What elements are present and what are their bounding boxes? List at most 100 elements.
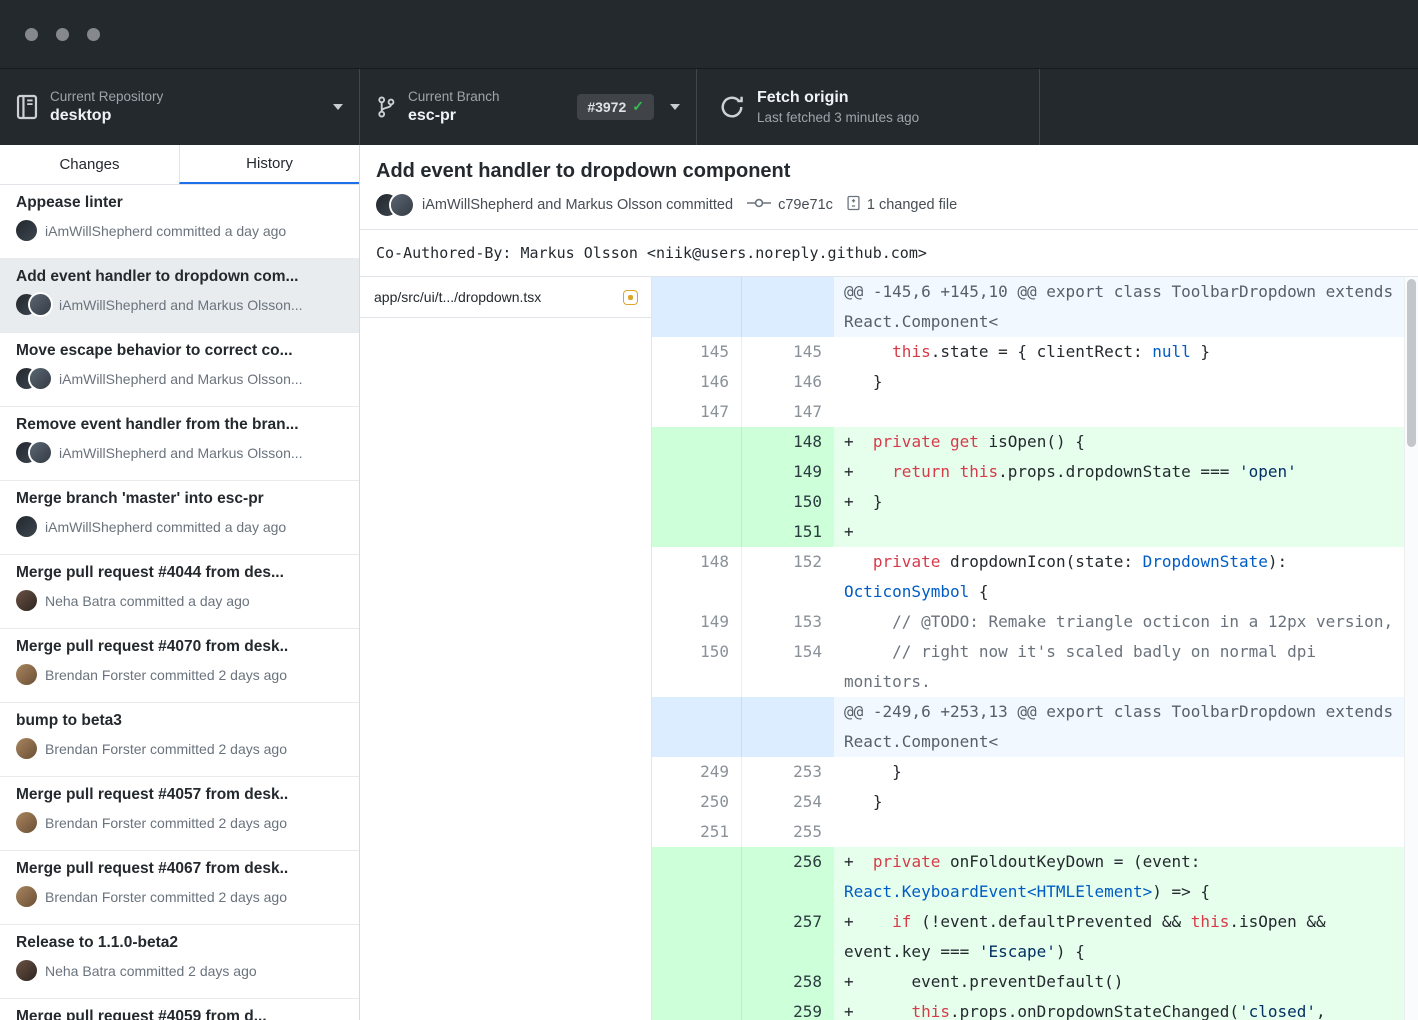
pr-number-badge: #3972 ✓ <box>577 94 654 120</box>
list-item[interactable]: Appease linter iAmWillShepherd committed… <box>0 185 359 259</box>
diff-line-row: 150154 // right now it's scaled badly on… <box>652 637 1418 697</box>
commit-title: Merge pull request #4057 from desk.. <box>16 786 343 804</box>
window-minimize-button[interactable] <box>56 28 69 41</box>
diff-new-line-number <box>742 697 834 757</box>
list-item[interactable]: Release to 1.1.0-beta2 Neha Batra commit… <box>0 925 359 999</box>
commit-item-meta: iAmWillShepherd and Markus Olsson... <box>16 442 343 463</box>
diff-old-line-number: 146 <box>652 367 742 397</box>
diff-new-line-number: 257 <box>742 907 834 967</box>
commit-title: Merge pull request #4044 from des... <box>16 564 343 582</box>
diff-new-line-number: 256 <box>742 847 834 907</box>
list-item[interactable]: Merge branch 'master' into esc-pr iAmWil… <box>0 481 359 555</box>
tab-history[interactable]: History <box>179 145 359 184</box>
toolbar: Current Repository desktop Current Branc… <box>0 68 1418 145</box>
changed-files-count: 1 changed file <box>867 197 957 213</box>
avatar <box>16 294 51 315</box>
changed-file-icon <box>847 195 860 215</box>
list-item[interactable]: Merge pull request #4057 from desk.. Bre… <box>0 777 359 851</box>
repository-picker[interactable]: Current Repository desktop <box>0 69 360 145</box>
file-modified-icon <box>623 290 638 305</box>
commit-item-meta: Brendan Forster committed 2 days ago <box>16 812 343 833</box>
fetch-origin-title: Fetch origin <box>757 89 919 107</box>
list-item[interactable]: Remove event handler from the bran... iA… <box>0 407 359 481</box>
check-icon: ✓ <box>632 98 644 115</box>
file-list-item[interactable]: app/src/ui/t.../dropdown.tsx <box>360 277 651 318</box>
commit-meta-text: Brendan Forster committed 2 days ago <box>45 889 287 905</box>
diff-old-line-number <box>652 427 742 457</box>
diff-code: } <box>834 367 1418 397</box>
avatar <box>16 516 37 537</box>
diff-code: @@ -145,6 +145,10 @@ export class Toolba… <box>834 277 1418 337</box>
diff-line-row: 258+ event.preventDefault() <box>652 967 1418 997</box>
diff-old-line-number <box>652 277 742 337</box>
diff-old-line-number: 250 <box>652 787 742 817</box>
fetch-origin-button[interactable]: Fetch origin Last fetched 3 minutes ago <box>697 69 1040 145</box>
avatar <box>16 812 37 833</box>
avatar <box>16 812 37 833</box>
commit-meta-text: iAmWillShepherd and Markus Olsson... <box>59 371 303 387</box>
commit-meta-text: Brendan Forster committed 2 days ago <box>45 815 287 831</box>
diff-new-line-number: 148 <box>742 427 834 457</box>
diff-old-line-number <box>652 967 742 997</box>
commit-meta-text: iAmWillShepherd and Markus Olsson... <box>59 445 303 461</box>
commit-title: Merge pull request #4067 from desk.. <box>16 860 343 878</box>
diff-code: + } <box>834 487 1418 517</box>
list-item[interactable]: Add event handler to dropdown com... iAm… <box>0 259 359 333</box>
commit-description: Co-Authored-By: Markus Olsson <niik@user… <box>360 230 1418 277</box>
commit-summary-title: Add event handler to dropdown component <box>376 160 1402 183</box>
diff-new-line-number: 154 <box>742 637 834 697</box>
list-item[interactable]: Merge pull request #4067 from desk.. Bre… <box>0 851 359 925</box>
list-item[interactable]: Merge pull request #4070 from desk.. Bre… <box>0 629 359 703</box>
diff-line-row: 150+ } <box>652 487 1418 517</box>
diff-old-line-number: 249 <box>652 757 742 787</box>
commit-title: Merge pull request #4059 from d... <box>16 1008 343 1020</box>
avatar <box>391 194 413 216</box>
commit-item-meta: Brendan Forster committed 2 days ago <box>16 886 343 907</box>
commit-meta-text: iAmWillShepherd committed a day ago <box>45 223 286 239</box>
avatar <box>16 590 37 611</box>
diff-code <box>834 817 1418 847</box>
diff-code: this.state = { clientRect: null } <box>834 337 1418 367</box>
diff-code: + private get isOpen() { <box>834 427 1418 457</box>
list-item[interactable]: Merge pull request #4059 from d... <box>0 999 359 1020</box>
list-item[interactable]: Move escape behavior to correct co... iA… <box>0 333 359 407</box>
diff-hunk-row: @@ -249,6 +253,13 @@ export class Toolba… <box>652 697 1418 757</box>
commit-meta-text: Brendan Forster committed 2 days ago <box>45 741 287 757</box>
diff-old-line-number: 149 <box>652 607 742 637</box>
file-name: app/src/ui/t.../dropdown.tsx <box>374 289 623 305</box>
list-item[interactable]: bump to beta3 Brendan Forster committed … <box>0 703 359 777</box>
diff-line-row: 146146 } <box>652 367 1418 397</box>
scrollbar-thumb[interactable] <box>1407 279 1416 447</box>
avatar <box>30 294 51 315</box>
commit-meta-text: Brendan Forster committed 2 days ago <box>45 667 287 683</box>
commit-item-meta: iAmWillShepherd committed a day ago <box>16 220 343 241</box>
commit-title: Add event handler to dropdown com... <box>16 268 343 286</box>
window-close-button[interactable] <box>25 28 38 41</box>
avatar <box>16 368 51 389</box>
diff-new-line-number: 255 <box>742 817 834 847</box>
tab-changes[interactable]: Changes <box>0 145 179 184</box>
avatar <box>30 442 51 463</box>
diff-line-row: 256+ private onFoldoutKeyDown = (event: … <box>652 847 1418 907</box>
commit-item-meta: Neha Batra committed a day ago <box>16 590 343 611</box>
diff-view: @@ -145,6 +145,10 @@ export class Toolba… <box>652 277 1418 1020</box>
chevron-down-icon <box>670 104 680 110</box>
fetch-origin-subtitle: Last fetched 3 minutes ago <box>757 110 919 125</box>
sidebar: Changes History Appease linter iAmWillSh… <box>0 145 360 1020</box>
diff-line-row: 149153 // @TODO: Remake triangle octicon… <box>652 607 1418 637</box>
diff-new-line-number: 150 <box>742 487 834 517</box>
diff-code: @@ -249,6 +253,13 @@ export class Toolba… <box>834 697 1418 757</box>
avatar <box>16 516 37 537</box>
branch-name: esc-pr <box>408 107 500 125</box>
commit-meta-text: iAmWillShepherd committed a day ago <box>45 519 286 535</box>
diff-scrollbar[interactable] <box>1404 277 1418 1020</box>
branch-picker[interactable]: Current Branch esc-pr #3972 ✓ <box>360 69 697 145</box>
diff-line-row: 250254 } <box>652 787 1418 817</box>
list-item[interactable]: Merge pull request #4044 from des... Neh… <box>0 555 359 629</box>
window-zoom-button[interactable] <box>87 28 100 41</box>
diff-old-line-number: 150 <box>652 637 742 697</box>
avatar <box>30 368 51 389</box>
avatar <box>16 220 37 241</box>
diff-old-line-number <box>652 517 742 547</box>
diff-old-line-number <box>652 697 742 757</box>
